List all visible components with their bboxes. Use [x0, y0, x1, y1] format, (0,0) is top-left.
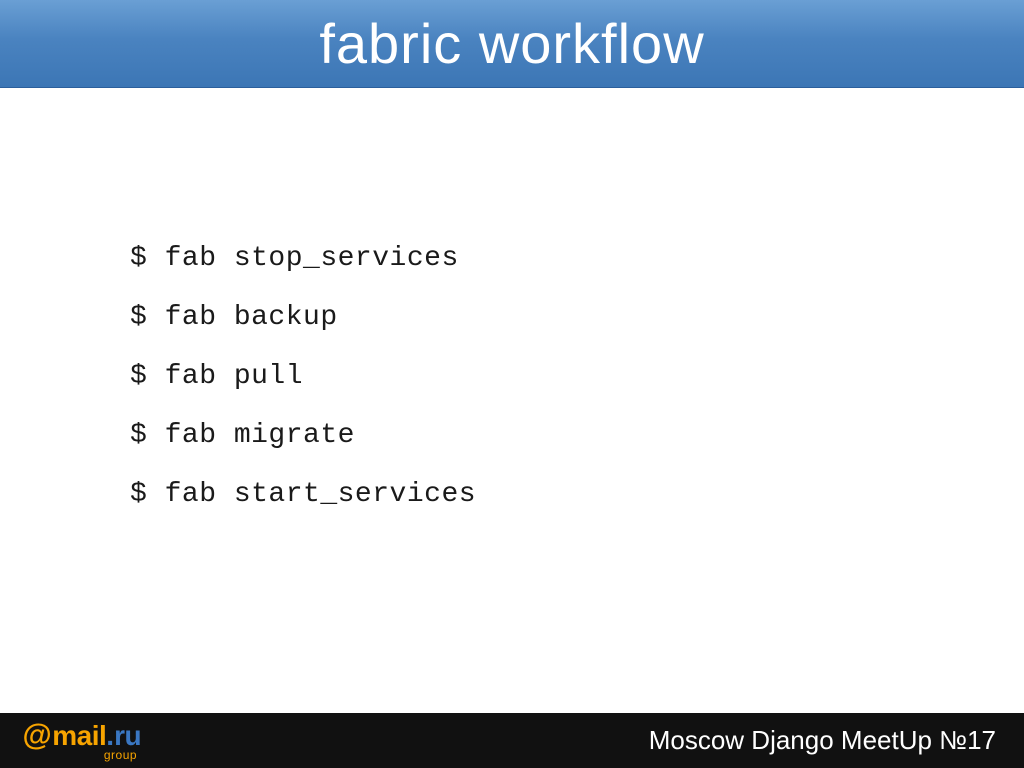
code-line: $ fab stop_services	[130, 243, 1024, 274]
code-line: $ fab pull	[130, 361, 1024, 392]
slide-content: $ fab stop_services $ fab backup $ fab p…	[0, 88, 1024, 713]
logo-mail-text: mail	[52, 722, 106, 750]
code-line: $ fab backup	[130, 302, 1024, 333]
event-name: Moscow Django MeetUp №17	[649, 725, 996, 756]
slide-title: fabric workflow	[319, 11, 704, 76]
logo-at-symbol: @	[22, 721, 51, 751]
logo-ru-text: ru	[114, 722, 141, 750]
logo-dot: .	[106, 722, 114, 750]
slide-container: fabric workflow $ fab stop_services $ fa…	[0, 0, 1024, 768]
mailru-logo: @ mail . ru group	[22, 721, 141, 761]
logo-group-text: group	[104, 749, 137, 761]
logo-main-row: @ mail . ru	[22, 721, 141, 751]
code-line: $ fab start_services	[130, 479, 1024, 510]
slide-header: fabric workflow	[0, 0, 1024, 88]
code-line: $ fab migrate	[130, 420, 1024, 451]
slide-footer: @ mail . ru group Moscow Django MeetUp №…	[0, 713, 1024, 768]
